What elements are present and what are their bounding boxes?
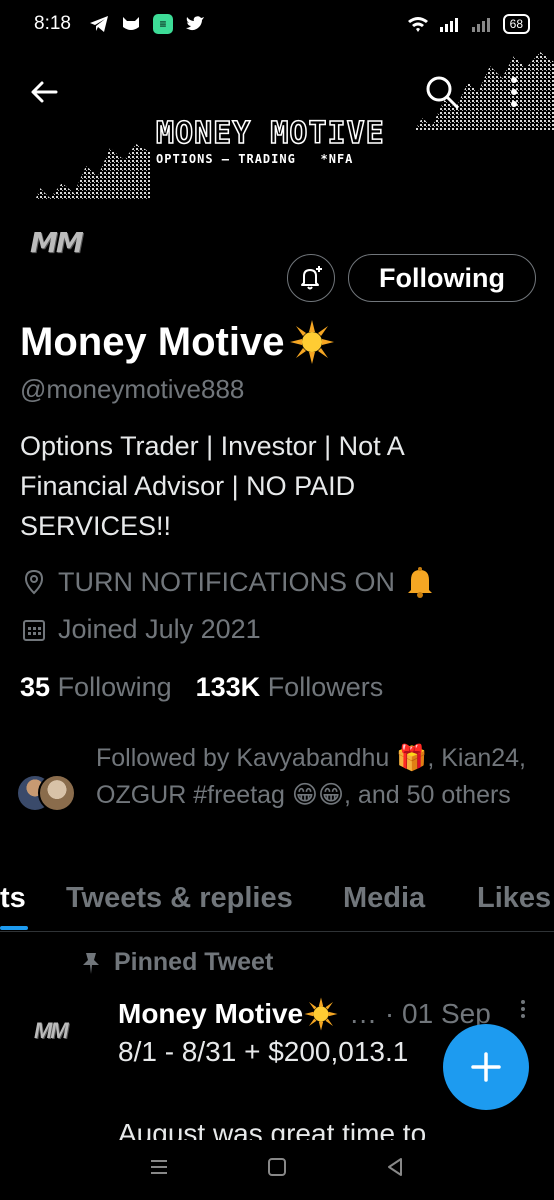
avatar-logo-text: MM xyxy=(30,225,84,259)
profile-name-text: Money Motive xyxy=(20,319,285,364)
pinned-label: Pinned Tweet xyxy=(80,948,273,977)
status-bar: 8:18 ≡ 68 xyxy=(0,0,554,48)
banner-brand-subtitle: OPTIONS — TRADING *NFA xyxy=(156,152,354,166)
system-nav-bar xyxy=(0,1140,554,1200)
wifi-icon xyxy=(407,16,429,32)
recents-button[interactable] xyxy=(148,1157,170,1183)
tweet-avatar-text: MM xyxy=(34,1018,69,1043)
tab-likes[interactable]: Likes xyxy=(477,882,551,915)
battery-indicator: 68 xyxy=(502,14,530,34)
location-text: TURN NOTIFICATIONS ON xyxy=(58,566,395,597)
signal-2-icon xyxy=(471,16,493,32)
notifications-bell-button[interactable] xyxy=(287,254,335,302)
arrow-left-icon xyxy=(31,81,58,103)
following-count: 35 xyxy=(20,672,51,702)
tweet-meta: … · 01 Sep xyxy=(349,998,491,1029)
follow-counts: 35 Following 133K Followers xyxy=(20,672,383,703)
profile-location: TURN NOTIFICATIONS ON xyxy=(20,566,435,598)
followed-by-section[interactable]: Followed by Kavyabandhu 🎁, Kian24, OZGUR… xyxy=(16,740,536,850)
pin-icon xyxy=(83,952,99,974)
tweet-avatar[interactable]: MM xyxy=(34,1018,69,1044)
calendar-icon xyxy=(23,619,45,641)
bell-plus-icon xyxy=(301,266,322,290)
active-tab-indicator xyxy=(0,926,28,930)
joined-text: Joined July 2021 xyxy=(58,614,261,644)
profile-handle: @moneymotive888 xyxy=(20,374,245,404)
telegram-icon xyxy=(89,15,109,33)
sun-emoji-icon xyxy=(304,997,338,1031)
cat-app-icon xyxy=(121,15,141,33)
profile-avatar[interactable]: MM xyxy=(30,222,120,262)
more-vertical-icon xyxy=(511,77,517,107)
sun-emoji-icon xyxy=(290,320,335,364)
pinned-text: Pinned Tweet xyxy=(114,948,274,976)
search-button[interactable] xyxy=(424,74,460,110)
bell-emoji-icon xyxy=(408,567,432,598)
app-notification-icon: ≡ xyxy=(152,14,173,34)
status-time: 8:18 xyxy=(34,13,71,34)
followers-count-link[interactable]: 133K Followers xyxy=(196,672,384,703)
tweet-body-line-2: August was great time to xyxy=(118,1118,427,1140)
signal-icon xyxy=(439,16,461,32)
profile-name: Money Motive xyxy=(20,318,336,366)
square-icon xyxy=(268,1158,286,1176)
followers-label: Followers xyxy=(267,672,384,702)
back-button[interactable] xyxy=(26,74,62,110)
compose-tweet-button[interactable] xyxy=(443,1024,529,1110)
tab-media[interactable]: Media xyxy=(343,882,425,915)
tab-tweets-replies[interactable]: Tweets & replies xyxy=(66,882,293,915)
profile-joined: Joined July 2021 xyxy=(20,614,261,645)
location-pin-icon xyxy=(24,569,44,595)
tweet-more-button[interactable] xyxy=(518,998,528,1029)
tweet-author[interactable]: Money Motive xyxy=(118,998,303,1030)
follower-avatar-2 xyxy=(38,774,76,812)
profile-tabs: ts Tweets & replies Media Likes xyxy=(0,870,554,932)
triangle-back-icon xyxy=(388,1158,402,1176)
search-icon xyxy=(426,76,459,109)
followers-count: 133K xyxy=(195,672,261,702)
plus-icon xyxy=(471,1052,501,1082)
banner-brand-title: MONEY MOTIVE xyxy=(155,115,385,152)
profile-bio: Options Trader | Investor | Not A Financ… xyxy=(20,431,404,541)
more-vertical-icon xyxy=(521,1000,525,1018)
system-back-button[interactable] xyxy=(384,1156,406,1184)
twitter-icon xyxy=(185,15,205,33)
following-button[interactable]: Following xyxy=(348,254,536,302)
home-button[interactable] xyxy=(266,1156,288,1184)
tweet-body-line-1: 8/1 - 8/31 + $200,013.1 xyxy=(118,1036,409,1067)
menu-lines-icon xyxy=(151,1160,167,1174)
following-label: Following xyxy=(57,672,172,702)
more-options-button[interactable] xyxy=(504,74,524,110)
tab-tweets[interactable]: ts xyxy=(0,882,26,915)
following-count-link[interactable]: 35 Following xyxy=(20,672,172,703)
followed-by-text: Followed by Kavyabandhu 🎁, Kian24, OZGUR… xyxy=(96,744,527,809)
